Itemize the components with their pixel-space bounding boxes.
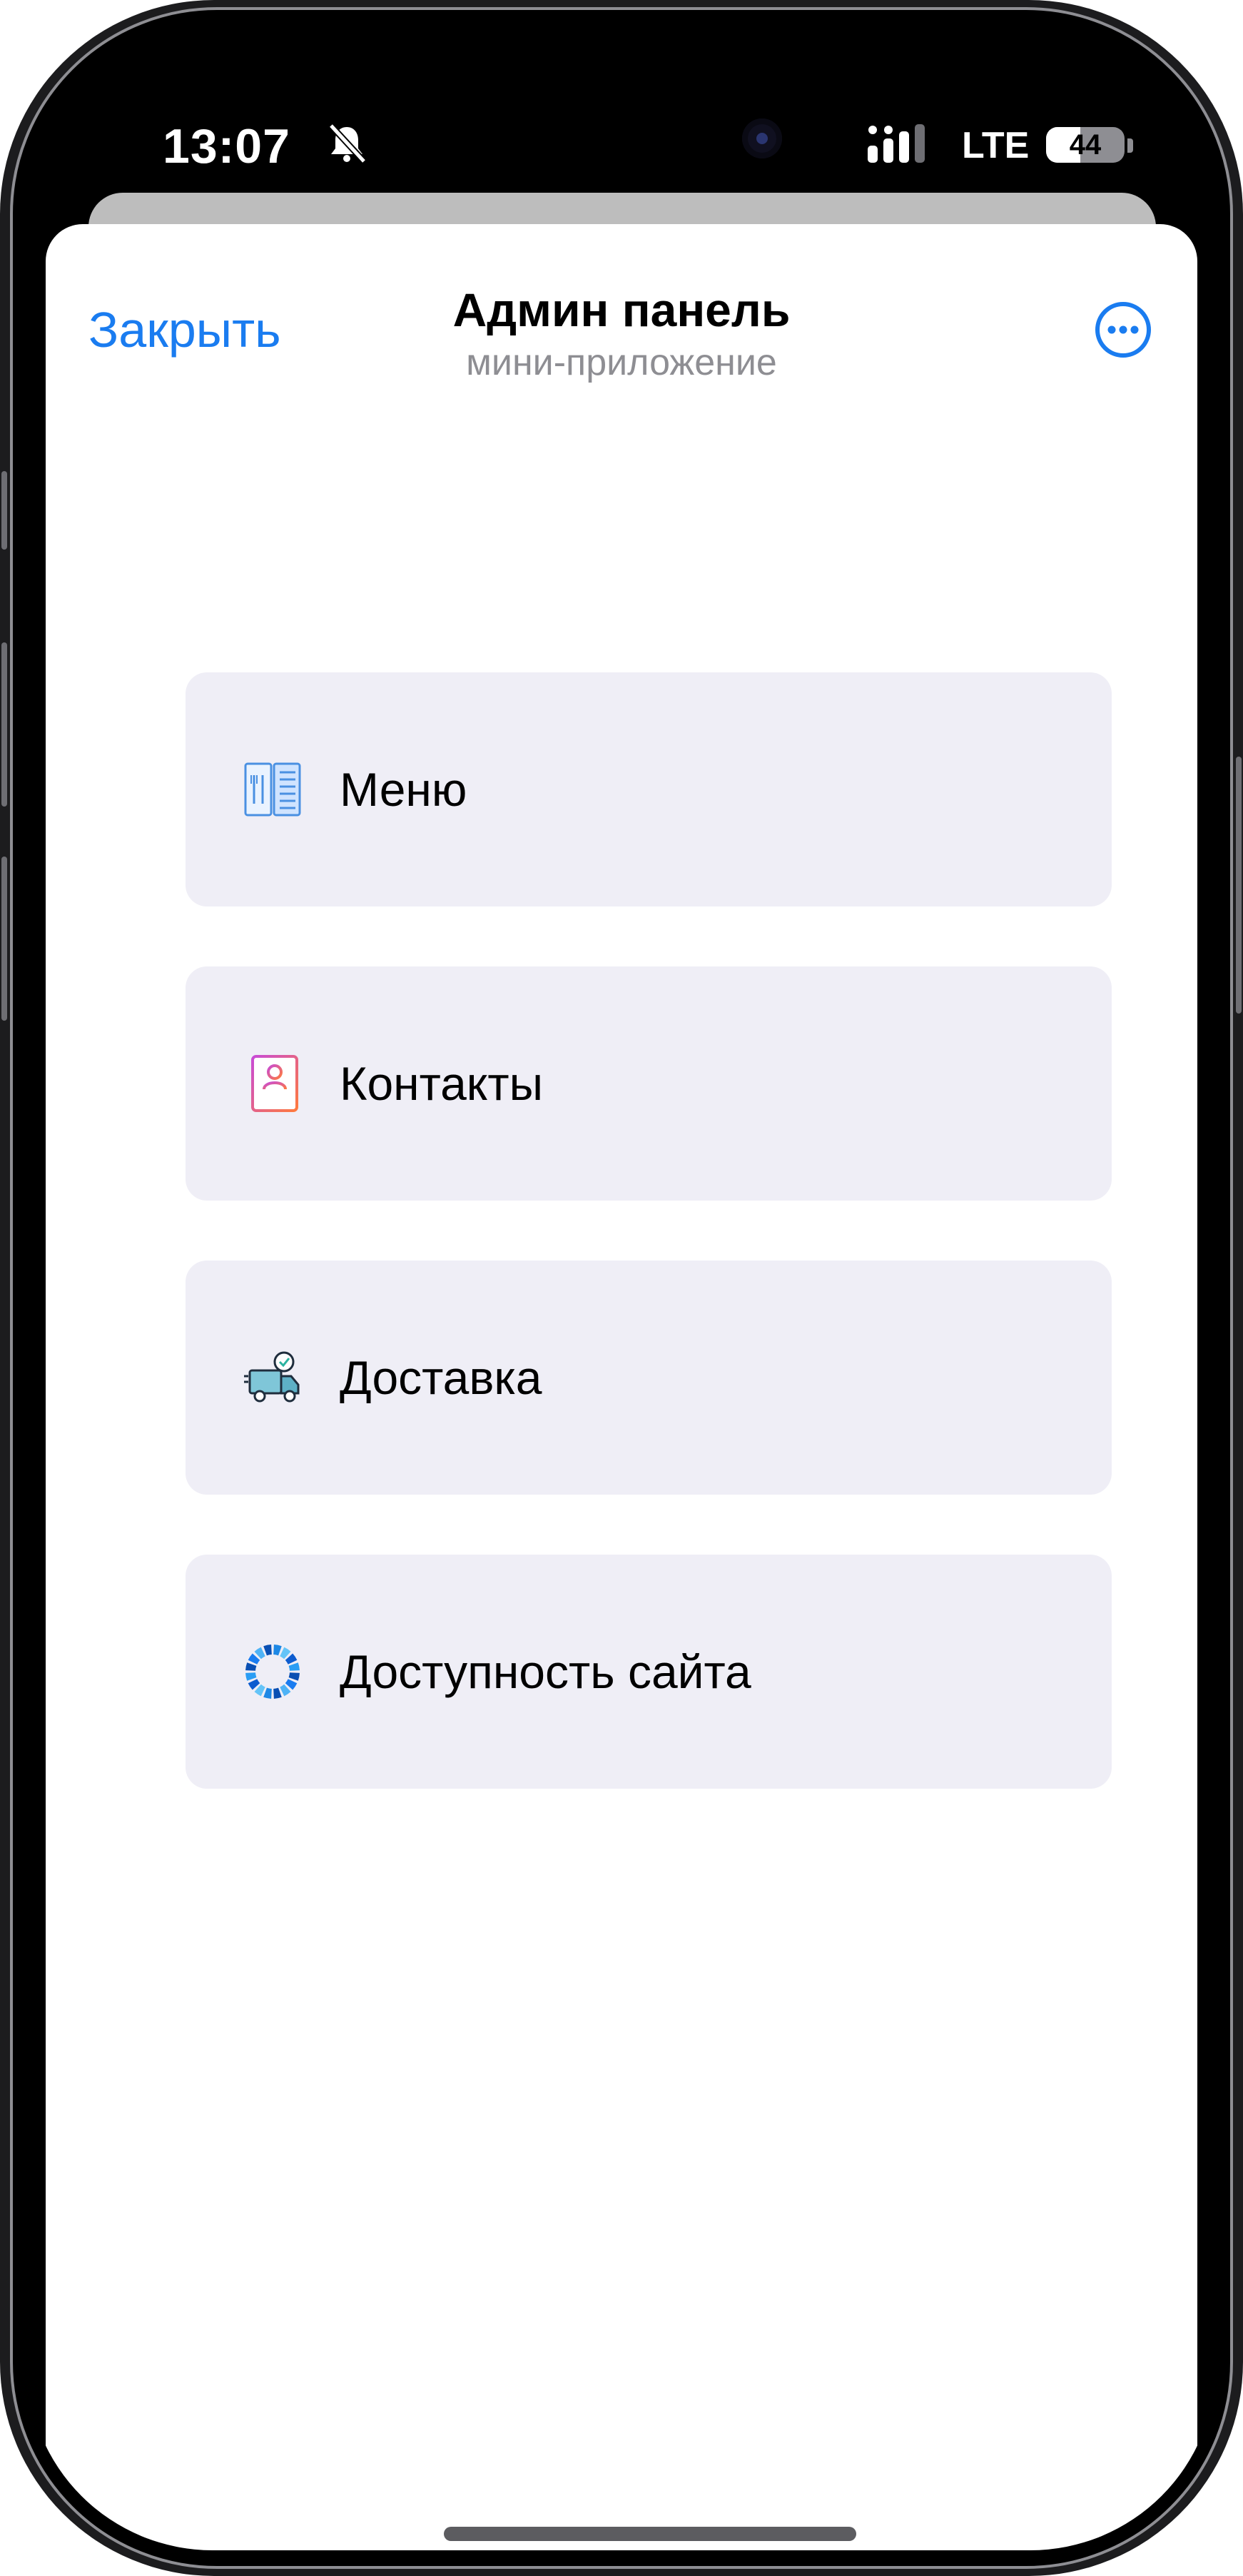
menu-item-delivery[interactable]: Доставка	[186, 1261, 1112, 1495]
page-title: Админ панель	[452, 283, 791, 336]
battery-indicator: 44	[1046, 127, 1125, 163]
volume-down-button	[1, 857, 7, 1021]
ring-segment	[273, 1645, 282, 1656]
availability-ring-icon	[245, 1645, 300, 1699]
power-button	[1236, 757, 1242, 1014]
status-time: 13:07	[163, 119, 290, 173]
screen: 13:07 LTE 44 Закрыть Админ панель мини-п…	[27, 26, 1216, 2550]
ring-segment	[288, 1662, 300, 1671]
battery-cap	[1127, 138, 1133, 153]
ring-segment	[245, 1672, 257, 1681]
signal-strength-icon	[868, 124, 925, 163]
delivery-truck-icon	[244, 1351, 300, 1403]
home-indicator[interactable]	[444, 2527, 856, 2541]
menu-item-label: Контакты	[340, 1057, 544, 1110]
menu-item-contacts[interactable]: Контакты	[186, 966, 1112, 1201]
mini-app-sheet: Закрыть Админ панель мини-приложение Мен…	[46, 224, 1197, 2550]
camera-icon	[742, 118, 782, 158]
ring-segment	[263, 1687, 272, 1699]
restaurant-menu-icon	[244, 762, 301, 817]
bell-slash-icon	[328, 123, 367, 164]
menu-item-label: Доступность сайта	[340, 1645, 751, 1698]
dynamic-island	[472, 89, 849, 194]
menu-list: Меню Контакты Доставка Доступность сайта	[186, 672, 1112, 1849]
menu-item-menu[interactable]: Меню	[186, 672, 1112, 906]
ring-segment	[273, 1687, 282, 1699]
ring-segment	[288, 1672, 300, 1681]
network-type: LTE	[962, 125, 1030, 166]
ellipsis-circle-icon[interactable]	[1095, 301, 1152, 358]
battery-level: 44	[1069, 128, 1102, 161]
phone-stage: 13:07 LTE 44 Закрыть Админ панель мини-п…	[0, 0, 1243, 2576]
silent-switch	[1, 471, 7, 550]
ring-segment	[245, 1662, 257, 1671]
volume-up-button	[1, 642, 7, 807]
contacts-book-icon	[247, 1055, 298, 1112]
menu-item-label: Доставка	[340, 1351, 542, 1404]
page-subtitle: мини-приложение	[466, 342, 777, 383]
menu-item-label: Меню	[340, 763, 467, 816]
menu-item-site-availability[interactable]: Доступность сайта	[186, 1555, 1112, 1789]
ring-segment	[263, 1645, 272, 1656]
